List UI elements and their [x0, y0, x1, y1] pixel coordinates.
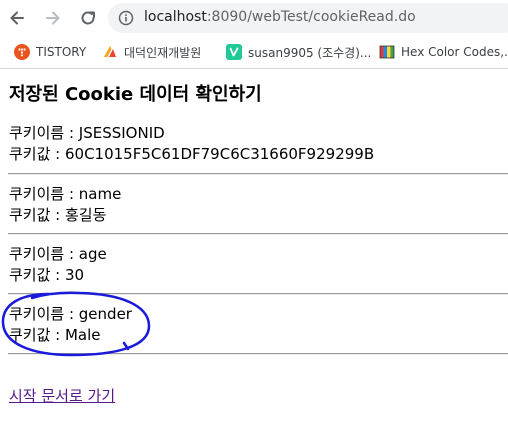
- url-host: localhost: [144, 9, 207, 25]
- forward-button[interactable]: [42, 7, 64, 29]
- page-title: 저장된 Cookie 데이터 확인하기: [9, 84, 262, 105]
- cookie-name: 쿠키이름 : name: [9, 185, 122, 203]
- bookmark-label: Hex Color Codes,...: [401, 45, 508, 59]
- ddit-icon: [104, 46, 116, 57]
- cookie-value: 쿠키값 : 홍길동: [9, 206, 107, 224]
- start-document-link[interactable]: 시작 문서로 가기: [9, 385, 115, 406]
- cookie-name: 쿠키이름 : age: [9, 245, 107, 263]
- cookie-entry: 쿠키이름 : name 쿠키값 : 홍길동: [9, 184, 121, 226]
- address-bar[interactable]: localhost:8090/webTest/cookieRead.do: [108, 3, 508, 33]
- browser-toolbar: localhost:8090/webTest/cookieRead.do: [0, 0, 508, 36]
- bookmark-ddit[interactable]: 대덕인재개발원: [102, 43, 201, 61]
- info-icon[interactable]: [118, 10, 134, 26]
- url-path: :8090/webTest/cookieRead.do: [206, 9, 416, 25]
- tistory-icon: [14, 44, 30, 60]
- bookmark-hex-color[interactable]: Hex Color Codes,...: [379, 43, 508, 61]
- cookie-value: 쿠키값 : 60C1015F5C61DF79C6C31660F929299B: [9, 145, 375, 163]
- bookmark-label: 대덕인재개발원: [124, 45, 202, 60]
- velog-icon: [226, 44, 242, 60]
- bookmark-velog[interactable]: susan9905 (조수경)...: [226, 43, 371, 61]
- url-text[interactable]: localhost:8090/webTest/cookieRead.do: [144, 9, 416, 25]
- cookie-entry: 쿠키이름 : JSESSIONID 쿠키값 : 60C1015F5C61DF79…: [9, 123, 374, 165]
- back-arrow-icon: [10, 11, 24, 25]
- bookmark-label: TISTORY: [36, 45, 87, 59]
- bookmark-tistory[interactable]: TISTORY: [14, 43, 86, 61]
- cookie-entry: 쿠키이름 : age 쿠키값 : 30: [9, 244, 107, 286]
- cookie-name: 쿠키이름 : JSESSIONID: [9, 124, 165, 142]
- bookmark-label: susan9905 (조수경)...: [248, 45, 372, 60]
- reload-icon: [81, 11, 95, 25]
- bookmarks-bar: TISTORY 대덕인재개발원 susan9905 (조수경)... Hex C…: [0, 36, 508, 69]
- hex-color-icon: [379, 45, 395, 59]
- back-button[interactable]: [6, 7, 28, 29]
- divider: [8, 173, 508, 175]
- divider: [8, 233, 508, 235]
- highlight-circle-annotation: [1, 291, 151, 357]
- cookie-value: 쿠키값 : 30: [9, 266, 85, 284]
- reload-button[interactable]: [77, 7, 99, 29]
- forward-arrow-icon: [46, 11, 60, 25]
